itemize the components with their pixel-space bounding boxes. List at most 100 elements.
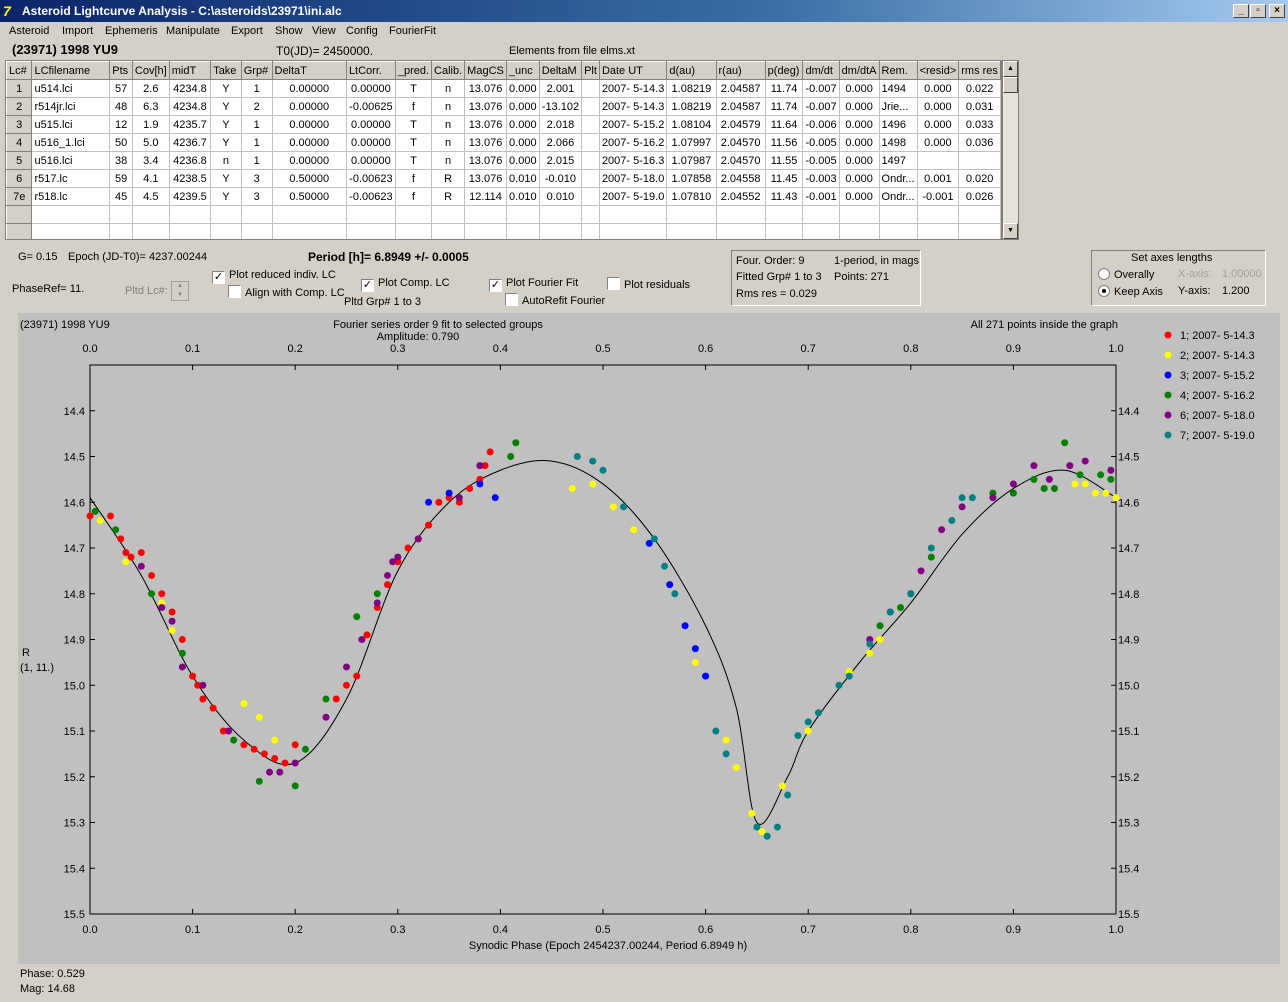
column-header[interactable]: LtCorr. xyxy=(345,61,396,80)
table-cell[interactable] xyxy=(271,205,347,224)
table-cell[interactable]: 5 xyxy=(6,151,33,170)
lightcurve-table[interactable]: Lc# LCfilename Pts Cov[h] midT Take Grp# DeltaT… xyxy=(5,60,1002,240)
table-cell[interactable]: -0.003 xyxy=(802,169,840,188)
table-cell[interactable]: 2007- 5-14.3 xyxy=(598,97,668,116)
table-cell[interactable] xyxy=(131,205,170,224)
table-cell[interactable]: 59 xyxy=(109,169,133,188)
table-cell[interactable]: 0.010 xyxy=(505,169,540,188)
table-cell[interactable]: Ondr... xyxy=(878,187,918,206)
table-cell[interactable] xyxy=(31,223,111,239)
table-cell[interactable]: 0.00000 xyxy=(271,97,347,116)
table-cell[interactable]: 0.033 xyxy=(958,115,1001,134)
menu-manipulate[interactable]: Manipulate xyxy=(166,25,220,37)
autorefit-checkbox[interactable]: AutoRefit Fourier xyxy=(505,293,605,307)
table-cell[interactable]: 0.010 xyxy=(538,187,583,206)
table-cell[interactable]: 0.00000 xyxy=(271,115,347,134)
table-cell[interactable]: 45 xyxy=(109,187,133,206)
table-cell[interactable] xyxy=(715,223,766,239)
table-cell[interactable]: r517.lc xyxy=(31,169,111,188)
table-cell[interactable] xyxy=(6,223,33,239)
table-cell[interactable] xyxy=(581,133,600,152)
table-row[interactable]: 3 u515.lci 12 1.9 4235.7 Y 1 0.00000 0.00000 Tn 13… xyxy=(6,115,1001,134)
table-cell[interactable]: 11.56 xyxy=(764,133,804,152)
table-cell[interactable]: Y xyxy=(210,115,242,134)
table-scrollbar[interactable]: ▲ ▼ xyxy=(1002,60,1019,240)
table-cell[interactable] xyxy=(581,169,600,188)
menu-export[interactable]: Export xyxy=(231,25,263,37)
table-cell[interactable]: 1.08219 xyxy=(666,97,717,116)
column-header[interactable]: midT xyxy=(168,61,212,80)
table-cell[interactable]: 0.000 xyxy=(505,115,540,134)
table-cell[interactable] xyxy=(802,205,840,224)
table-cell[interactable] xyxy=(538,205,583,224)
table-cell[interactable]: 2.066 xyxy=(538,133,583,152)
table-cell[interactable]: 1 xyxy=(240,133,273,152)
table-cell[interactable] xyxy=(210,223,242,239)
table-cell[interactable] xyxy=(916,223,960,239)
table-row[interactable]: 6 r517.lc 59 4.1 4238.5 Y 3 0.50000 -0.00623 f R 13… xyxy=(6,169,1001,188)
table-cell[interactable]: 2.018 xyxy=(538,115,583,134)
table-cell[interactable]: Jrie... xyxy=(878,97,918,116)
table-cell[interactable]: 5.0 xyxy=(131,133,170,152)
table-cell[interactable]: 13.076 xyxy=(464,115,507,134)
table-cell[interactable]: -0.010 xyxy=(538,169,583,188)
table-cell[interactable] xyxy=(666,205,717,224)
table-cell[interactable] xyxy=(581,223,600,239)
column-header[interactable]: p(deg) xyxy=(764,61,804,80)
table-cell[interactable]: 1.07810 xyxy=(666,187,717,206)
table-cell[interactable] xyxy=(878,205,918,224)
column-header[interactable]: _unc xyxy=(505,61,540,80)
table-cell[interactable]: 2.04579 xyxy=(715,115,766,134)
table-cell[interactable] xyxy=(109,223,133,239)
table-cell[interactable]: 7e xyxy=(6,187,33,206)
maximize-button[interactable]: ▫ xyxy=(1250,4,1266,18)
minimize-button[interactable]: _ xyxy=(1233,4,1249,18)
column-header[interactable]: Take xyxy=(210,61,242,80)
column-header[interactable]: r(au) xyxy=(715,61,766,80)
table-cell[interactable]: 2.001 xyxy=(538,79,583,98)
table-cell[interactable] xyxy=(598,205,668,224)
table-cell[interactable]: 4234.8 xyxy=(168,79,212,98)
table-cell[interactable] xyxy=(271,223,347,239)
table-cell[interactable]: 2007- 5-18.0 xyxy=(598,169,668,188)
table-cell[interactable]: 2.04587 xyxy=(715,79,766,98)
table-cell[interactable]: 57 xyxy=(109,79,133,98)
table-cell[interactable] xyxy=(802,223,840,239)
table-cell[interactable]: 4235.7 xyxy=(168,115,212,134)
table-cell[interactable]: r514jr.lci xyxy=(31,97,111,116)
table-cell[interactable]: -0.005 xyxy=(802,133,840,152)
menu-asteroid[interactable]: Asteroid xyxy=(9,25,49,37)
column-header[interactable]: Rem. xyxy=(878,61,918,80)
plot-comp-checkbox[interactable]: ✓ Plot Comp. LC xyxy=(361,277,450,292)
table-cell[interactable]: 0.00000 xyxy=(345,151,396,170)
table-cell[interactable] xyxy=(345,223,396,239)
table-cell[interactable]: 3 xyxy=(6,115,33,134)
overally-radio[interactable]: Overally xyxy=(1098,268,1154,281)
table-cell[interactable]: 2.04552 xyxy=(715,187,766,206)
table-cell[interactable] xyxy=(168,205,212,224)
lightcurve-plot[interactable]: (23971) 1998 YU9 Fourier series order 9 f… xyxy=(18,313,1280,964)
table-cell[interactable]: n xyxy=(431,97,466,116)
scroll-down-icon[interactable]: ▼ xyxy=(1003,223,1018,239)
table-cell[interactable]: 0.00000 xyxy=(271,151,347,170)
table-cell[interactable]: 0.001 xyxy=(916,169,960,188)
table-cell[interactable]: 13.076 xyxy=(464,133,507,152)
table-cell[interactable] xyxy=(598,223,668,239)
table-cell[interactable]: 4.1 xyxy=(131,169,170,188)
column-header[interactable]: LCfilename xyxy=(31,61,111,80)
column-header[interactable]: _pred. xyxy=(394,61,433,80)
table-cell[interactable] xyxy=(431,223,466,239)
column-header[interactable]: d(au) xyxy=(666,61,717,80)
table-cell[interactable]: 48 xyxy=(109,97,133,116)
table-cell[interactable]: 0.00000 xyxy=(345,115,396,134)
table-cell[interactable] xyxy=(345,205,396,224)
table-cell[interactable]: 12.114 xyxy=(464,187,507,206)
table-cell[interactable]: 4234.8 xyxy=(168,97,212,116)
table-cell[interactable] xyxy=(109,205,133,224)
table-cell[interactable]: u516_1.lci xyxy=(31,133,111,152)
table-cell[interactable]: 0.000 xyxy=(838,97,880,116)
table-cell[interactable] xyxy=(958,223,1001,239)
table-cell[interactable] xyxy=(764,205,804,224)
table-cell[interactable]: 12 xyxy=(109,115,133,134)
table-cell[interactable]: 0.000 xyxy=(838,133,880,152)
